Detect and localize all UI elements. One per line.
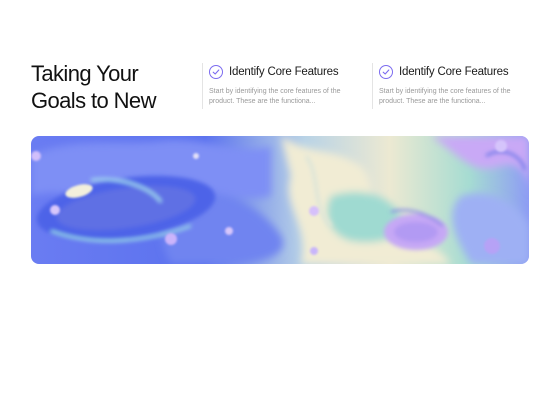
feature-description-line-1: Start by identifying the core features o… [209, 88, 341, 95]
fluid-marble-art [31, 136, 529, 264]
hero-title-line-2: Goals to New [31, 88, 156, 113]
feature-header: Identify Core Features [379, 63, 529, 81]
feature-description: Start by identifying the core features o… [379, 87, 527, 107]
feature-description-line-2: product. These are the functiona... [209, 98, 316, 105]
check-circle-icon [379, 65, 393, 79]
feature-title: Identify Core Features [399, 66, 509, 78]
check-circle-icon [209, 65, 223, 79]
hero-title: Taking Your Goals to New [31, 60, 201, 114]
feature-card-1: Identify Core Features Start by identify… [202, 63, 359, 109]
feature-header: Identify Core Features [209, 63, 359, 81]
feature-description: Start by identifying the core features o… [209, 87, 357, 107]
feature-card-2: Identify Core Features Start by identify… [372, 63, 529, 109]
feature-description-line-2: product. These are the functiona... [379, 98, 486, 105]
hero-title-line-1: Taking Your [31, 61, 139, 86]
feature-description-line-1: Start by identifying the core features o… [379, 88, 511, 95]
feature-title: Identify Core Features [229, 66, 339, 78]
fluid-art-banner-image [31, 136, 529, 264]
